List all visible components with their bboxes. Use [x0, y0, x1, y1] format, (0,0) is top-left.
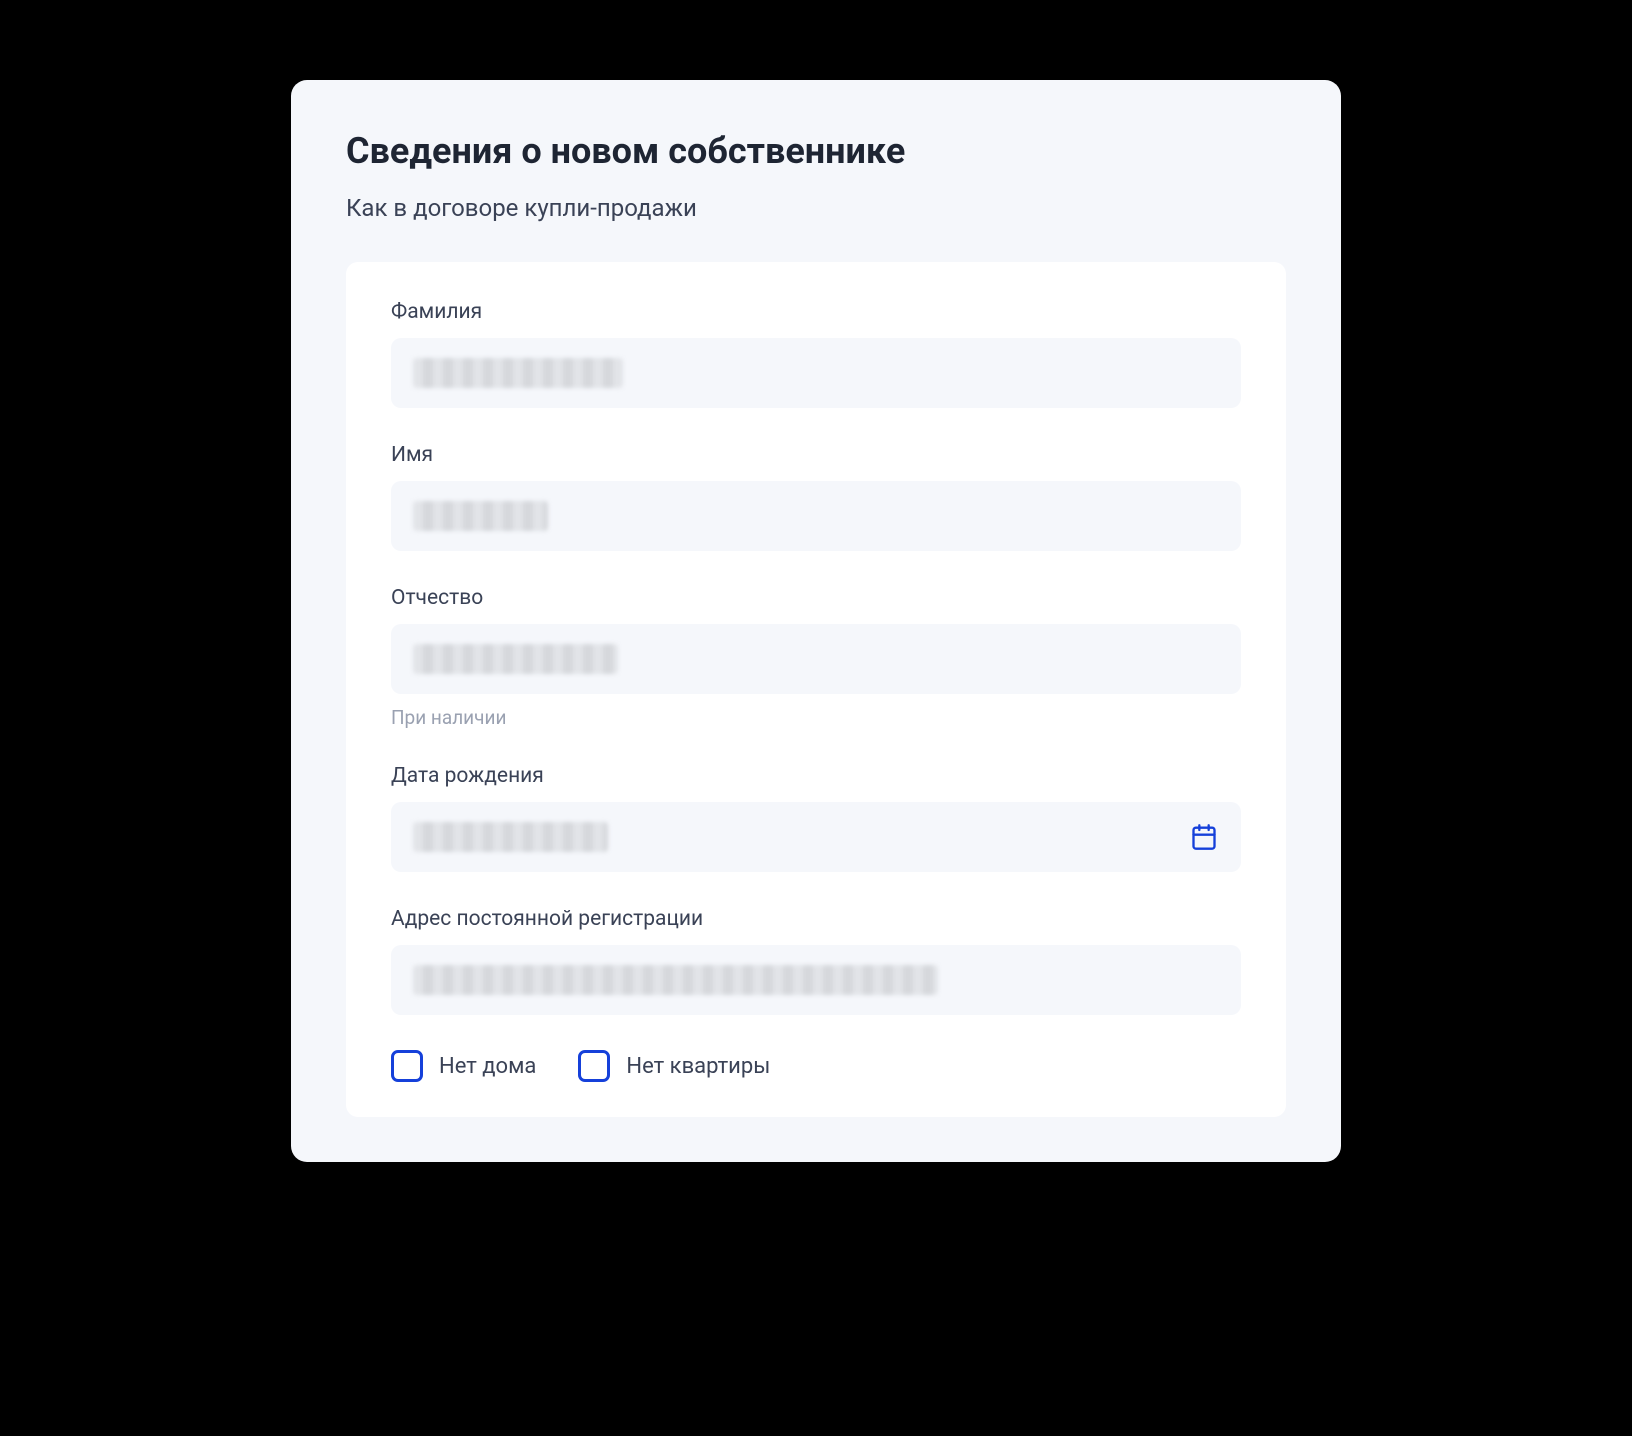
checkbox-no-apartment[interactable]: Нет квартиры — [578, 1050, 770, 1082]
field-group-patronymic: Отчество При наличии — [391, 586, 1241, 729]
checkbox-no-apartment-label: Нет квартиры — [626, 1054, 770, 1079]
birthdate-input[interactable] — [391, 802, 1241, 872]
redacted-value — [413, 501, 548, 531]
field-group-birthdate: Дата рождения — [391, 764, 1241, 872]
birthdate-label: Дата рождения — [391, 764, 1241, 788]
surname-input[interactable] — [391, 338, 1241, 408]
surname-label: Фамилия — [391, 300, 1241, 324]
checkbox-no-house-label: Нет дома — [439, 1054, 536, 1079]
field-group-firstname: Имя — [391, 443, 1241, 551]
address-input[interactable] — [391, 945, 1241, 1015]
owner-info-card: Сведения о новом собственнике Как в дого… — [291, 80, 1341, 1162]
redacted-value — [413, 644, 618, 674]
field-group-address: Адрес постоянной регистрации — [391, 907, 1241, 1015]
redacted-value — [413, 822, 608, 852]
card-title: Сведения о новом собственнике — [346, 130, 1286, 172]
calendar-icon[interactable] — [1189, 822, 1219, 852]
field-group-surname: Фамилия — [391, 300, 1241, 408]
firstname-input[interactable] — [391, 481, 1241, 551]
redacted-value — [413, 358, 623, 388]
address-label: Адрес постоянной регистрации — [391, 907, 1241, 931]
card-subtitle: Как в договоре купли-продажи — [346, 194, 1286, 222]
checkbox-box-icon — [391, 1050, 423, 1082]
patronymic-label: Отчество — [391, 586, 1241, 610]
redacted-value — [413, 965, 938, 995]
checkbox-box-icon — [578, 1050, 610, 1082]
checkbox-row: Нет дома Нет квартиры — [391, 1050, 1241, 1082]
checkbox-no-house[interactable]: Нет дома — [391, 1050, 536, 1082]
firstname-label: Имя — [391, 443, 1241, 467]
form-panel: Фамилия Имя Отчество При наличии Дата ро… — [346, 262, 1286, 1117]
patronymic-input[interactable] — [391, 624, 1241, 694]
patronymic-helper: При наличии — [391, 706, 1241, 729]
